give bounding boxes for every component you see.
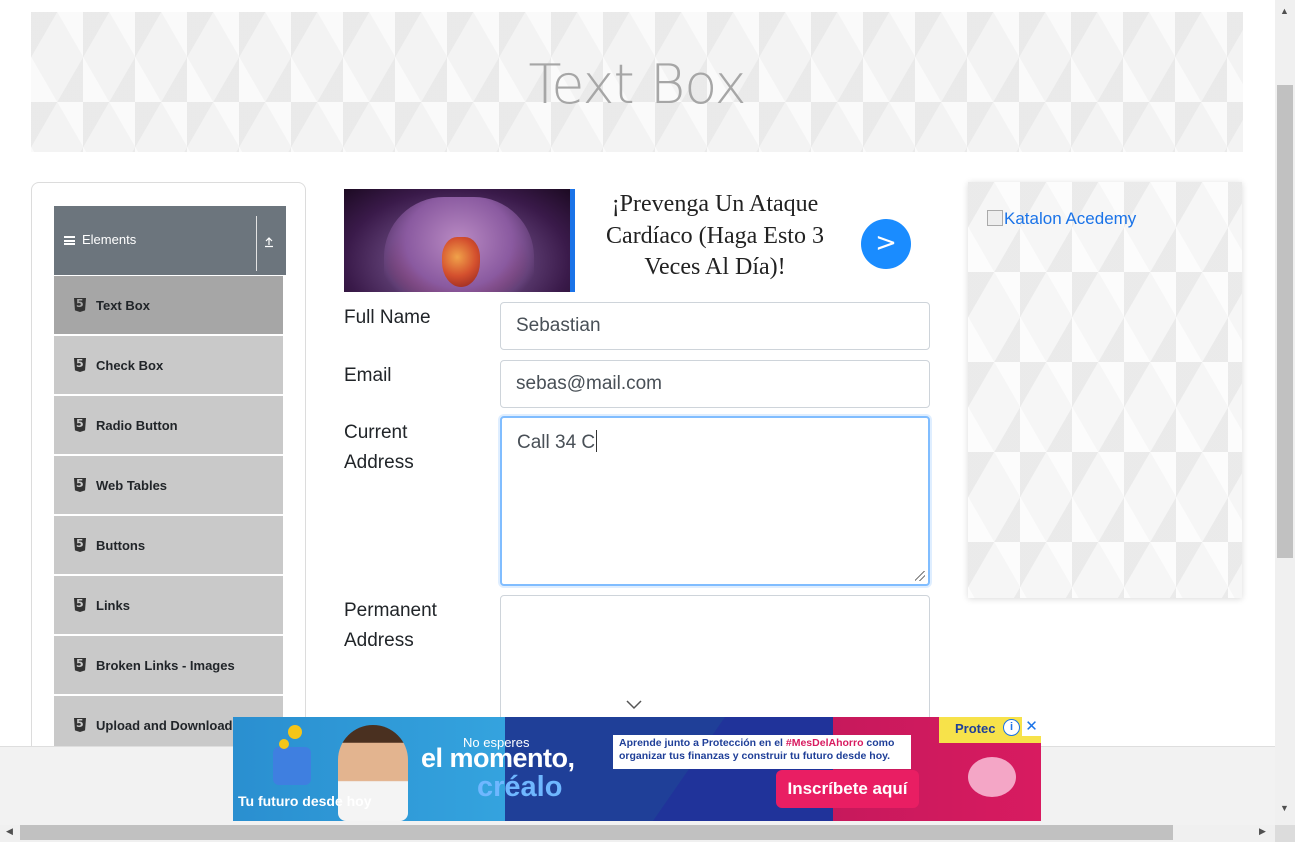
html5-icon <box>74 478 86 492</box>
left-panel: Elements Text Box Check Box Radio Button… <box>31 182 306 782</box>
scroll-down-arrow-icon[interactable]: ▼ <box>1280 803 1289 813</box>
ad-tagline: Tu futuro desde hoy <box>238 793 372 809</box>
ad-choices-icon[interactable]: i <box>1003 719 1020 736</box>
coin-icon <box>288 725 302 739</box>
header-divider <box>256 216 257 271</box>
ad-go-button[interactable]: > <box>861 219 911 269</box>
broken-image-icon <box>987 210 1003 226</box>
ad-headline[interactable]: ¡Prevenga Un Ataque Cardíaco (Haga Esto … <box>592 189 838 284</box>
sidebar-menu: Text Box Check Box Radio Button Web Tabl… <box>54 276 283 756</box>
sidebar-item-label: Check Box <box>96 357 164 373</box>
sidebar-item-check-box[interactable]: Check Box <box>54 336 283 394</box>
html5-icon <box>74 658 86 672</box>
sidebar-item-broken-links-images[interactable]: Broken Links - Images <box>54 636 283 694</box>
ad-stripe <box>570 189 575 292</box>
scrollbar-corner <box>1275 825 1295 842</box>
html5-icon <box>74 598 86 612</box>
right-ad-panel[interactable]: Katalon Acedemy <box>968 182 1242 598</box>
current-address-text: Call 34 C <box>517 430 598 453</box>
chevron-down-icon[interactable] <box>626 700 642 710</box>
ad-cube-icon <box>273 747 311 785</box>
sidebar-item-web-tables[interactable]: Web Tables <box>54 456 283 514</box>
menu-icon <box>64 236 75 245</box>
vertical-scroll-thumb[interactable] <box>1277 85 1293 558</box>
bottom-ad-banner[interactable]: Tu futuro desde hoy No esperes el moment… <box>233 717 1041 821</box>
sidebar-item-label: Text Box <box>96 297 150 313</box>
katalon-academy-link[interactable]: Katalon Acedemy <box>987 209 1136 229</box>
permanent-address-label: Permanent Address <box>344 600 437 651</box>
piggy-bank-icon <box>968 757 1016 797</box>
scroll-left-arrow-icon[interactable]: ◀ <box>6 826 13 837</box>
page-title: Text Box <box>528 53 746 116</box>
close-icon[interactable]: ✕ <box>1022 717 1041 736</box>
sidebar-item-label: Links <box>96 597 130 613</box>
html5-icon <box>74 538 86 552</box>
full-name-label: Full Name <box>344 307 431 328</box>
html5-icon <box>74 418 86 432</box>
full-name-input[interactable]: Sebastian <box>500 302 930 350</box>
current-address-label: Current Address <box>344 422 414 473</box>
heart-icon <box>442 237 480 287</box>
horizontal-scrollbar[interactable]: ◀ ▶ <box>0 825 1275 842</box>
text-caret <box>596 430 598 452</box>
sidebar-item-text-box[interactable]: Text Box <box>54 276 283 334</box>
elements-group-header[interactable]: Elements <box>54 206 286 275</box>
email-label: Email <box>344 365 392 386</box>
email-input[interactable]: sebas@mail.com <box>500 360 930 408</box>
sidebar-item-label: Broken Links - Images <box>96 657 235 673</box>
page-viewport: Text Box Elements Text Box Check Box Rad… <box>0 0 1275 825</box>
ad-big-text: el momento, <box>421 743 575 773</box>
ad-info-box: Aprende junto a Protección en el #MesDel… <box>613 735 911 769</box>
html5-icon <box>74 718 86 732</box>
page-banner: Text Box <box>31 12 1243 152</box>
ad-big-text-2: créalo <box>477 771 563 803</box>
sidebar-item-links[interactable]: Links <box>54 576 283 634</box>
group-label: Elements <box>82 232 137 247</box>
ad-cta-button[interactable]: Inscríbete aquí <box>776 770 919 808</box>
sidebar-item-label: Upload and Download <box>96 717 233 733</box>
sidebar-item-buttons[interactable]: Buttons <box>54 516 283 574</box>
current-address-textarea[interactable]: Call 34 C <box>500 416 930 586</box>
sidebar-item-label: Buttons <box>96 537 146 553</box>
html5-icon <box>74 298 86 312</box>
vertical-scrollbar[interactable]: ▲ ▼ <box>1275 0 1295 825</box>
sidebar-item-radio-button[interactable]: Radio Button <box>54 396 283 454</box>
scroll-up-arrow-icon[interactable]: ▲ <box>1280 6 1289 16</box>
sidebar-item-label: Web Tables <box>96 477 168 493</box>
coin-icon <box>279 739 289 749</box>
horizontal-scroll-thumb[interactable] <box>20 825 1173 840</box>
heart-ad-banner[interactable]: ¡Prevenga Un Ataque Cardíaco (Haga Esto … <box>344 189 930 292</box>
scroll-right-arrow-icon[interactable]: ▶ <box>1259 826 1266 837</box>
ad-heart-image <box>344 189 570 292</box>
resize-grip-icon[interactable] <box>915 571 925 581</box>
collapse-arrow-icon[interactable] <box>263 236 275 248</box>
html5-icon <box>74 358 86 372</box>
sidebar-item-label: Radio Button <box>96 417 178 433</box>
